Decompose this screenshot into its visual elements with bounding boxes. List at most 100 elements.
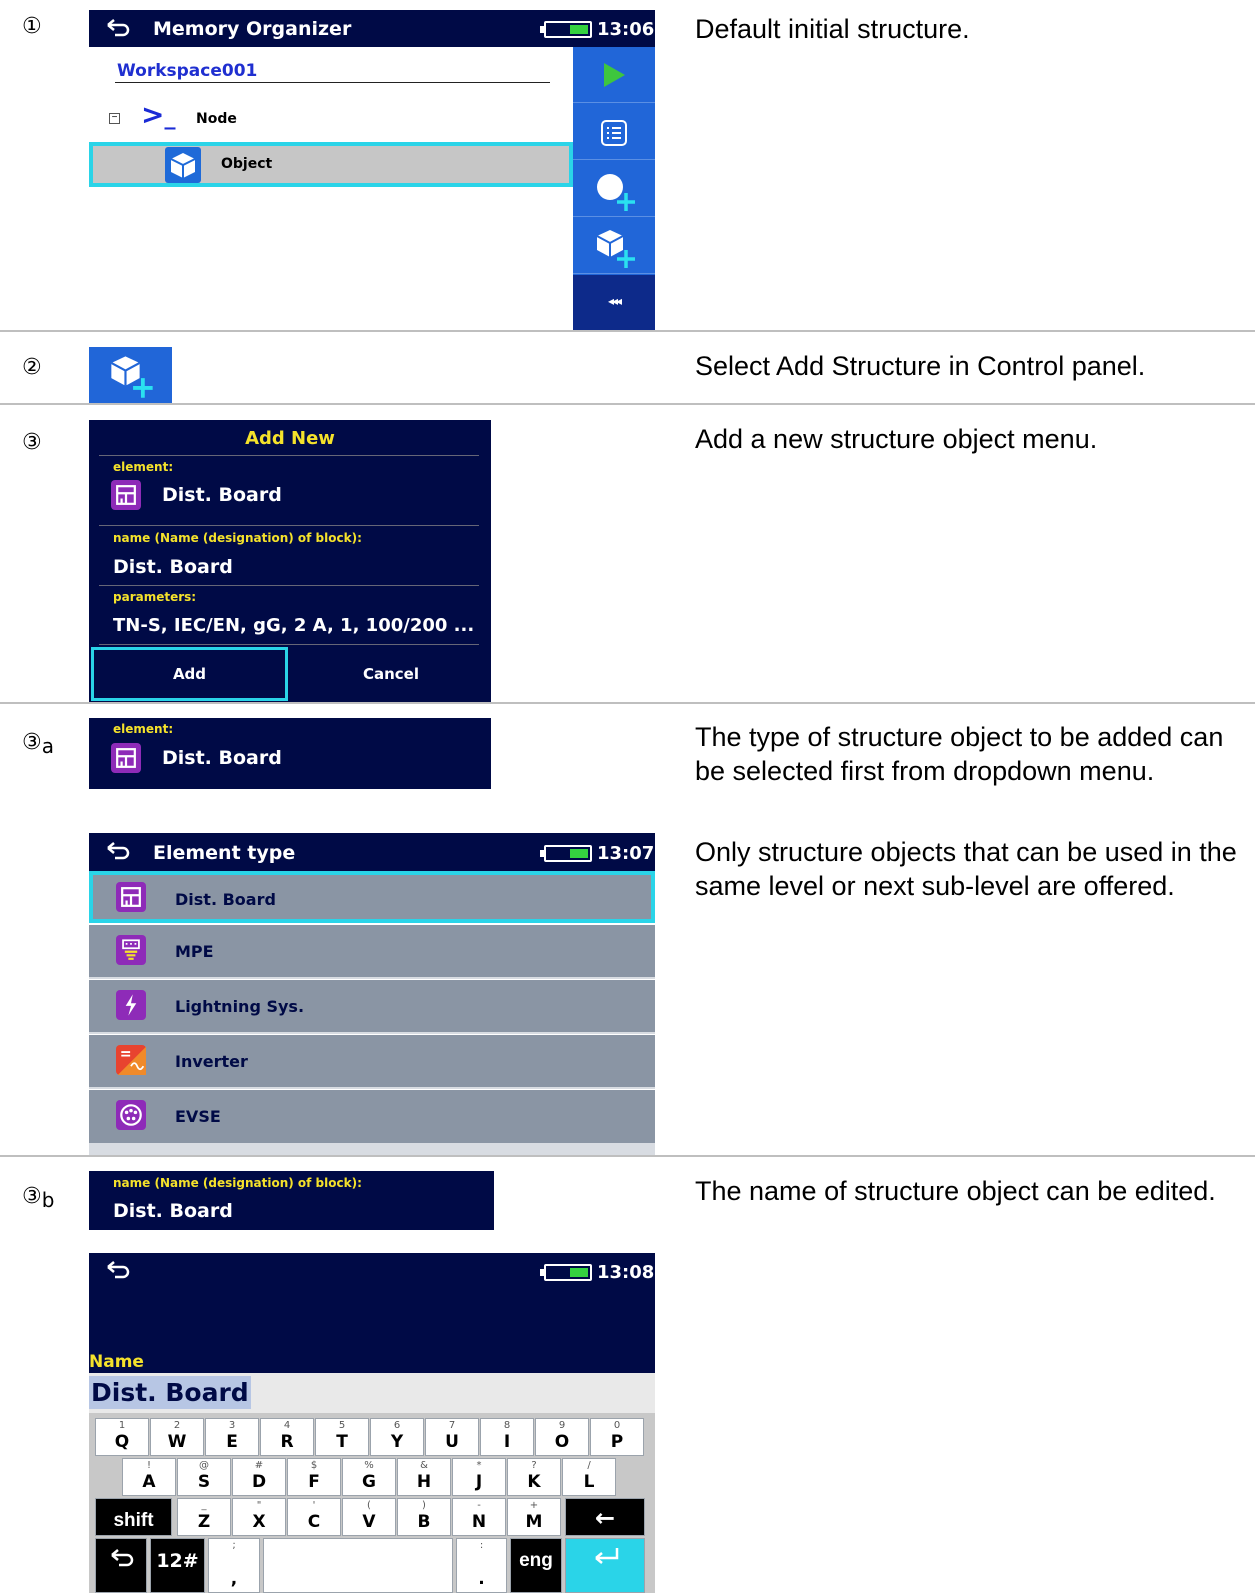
key-d[interactable]: # D — [232, 1458, 286, 1496]
key-x[interactable]: " X — [232, 1498, 286, 1536]
space-key[interactable] — [263, 1538, 453, 1593]
key-s[interactable]: @ S — [177, 1458, 231, 1496]
key-i[interactable]: 8I — [480, 1418, 534, 1456]
key-h[interactable]: & H — [397, 1458, 451, 1496]
key-u[interactable]: 7U — [425, 1418, 479, 1456]
shift-key[interactable]: shift — [95, 1498, 172, 1536]
step-number-2: ② — [22, 355, 42, 380]
cancel-button-label: Cancel — [362, 665, 419, 683]
screen-title: Element type — [153, 842, 296, 864]
add-structure-button[interactable] — [573, 218, 655, 274]
collapse-toggle[interactable]: − — [109, 113, 120, 124]
play-icon — [604, 63, 625, 87]
tree-object-label: Object — [221, 156, 273, 172]
key-z[interactable]: _ Z — [177, 1498, 231, 1536]
key-l[interactable]: / L — [562, 1458, 616, 1496]
inverter-icon — [116, 1045, 146, 1075]
memory-organizer-screen: Memory Organizer 13:06 Workspace001 − >_… — [89, 10, 655, 330]
description-1: Default initial structure. — [695, 14, 970, 44]
cancel-button[interactable]: Cancel — [291, 647, 491, 701]
key-w[interactable]: 2W — [150, 1418, 204, 1456]
comma-key[interactable]: ;, — [208, 1538, 260, 1593]
parameters-value[interactable]: TN-S, IEC/EN, gG, 2 A, 1, 100/200 ... — [113, 615, 474, 636]
separator-3 — [0, 702, 1255, 704]
element-type-item[interactable]: EVSE — [89, 1090, 655, 1143]
back-icon[interactable] — [105, 1259, 131, 1279]
back-icon[interactable] — [105, 17, 131, 37]
key-q[interactable]: 1Q — [95, 1418, 149, 1456]
element-type-item[interactable]: Inverter — [89, 1035, 655, 1089]
name-value[interactable]: Dist. Board — [113, 556, 233, 578]
divider — [99, 585, 479, 586]
key-j[interactable]: * J — [452, 1458, 506, 1496]
key-f[interactable]: $ F — [287, 1458, 341, 1496]
view-results-button[interactable] — [573, 104, 655, 160]
key-r[interactable]: 4R — [260, 1418, 314, 1456]
name-input[interactable]: Dist. Board — [89, 1373, 655, 1413]
keyboard-back-key[interactable] — [95, 1538, 147, 1593]
element-type-item[interactable]: Lightning Sys. — [89, 980, 655, 1034]
step-number-1: ① — [22, 14, 42, 39]
key-c[interactable]: ' C — [287, 1498, 341, 1536]
add-structure-button-large[interactable] — [89, 347, 172, 403]
start-test-button[interactable] — [573, 47, 655, 103]
element-field-closeup[interactable]: element: Dist. Board — [89, 718, 491, 789]
dist-board-icon — [116, 882, 146, 912]
key-a[interactable]: ! A — [122, 1458, 176, 1496]
numbers-symbols-key[interactable]: 12# — [150, 1538, 205, 1593]
battery-icon — [540, 845, 592, 862]
add-measurement-button[interactable] — [573, 161, 655, 217]
divider — [99, 525, 479, 526]
battery-icon — [540, 1264, 592, 1281]
description-2: Select Add Structure in Control panel. — [695, 351, 1146, 381]
element-type-item[interactable]: Dist. Board — [89, 871, 655, 923]
evse-icon — [116, 1100, 146, 1130]
description-3a-2: Only structure objects that can be used … — [695, 837, 1237, 901]
screen-title: Memory Organizer — [153, 18, 352, 40]
name-field-closeup[interactable]: name (Name (designation) of block): Dist… — [89, 1171, 494, 1230]
tree-object-row[interactable]: Object — [89, 142, 573, 187]
key-t[interactable]: 5T — [315, 1418, 369, 1456]
name-label: name (Name (designation) of block): — [113, 531, 362, 545]
element-type-item[interactable]: MPE — [89, 925, 655, 979]
element-label: element: — [113, 722, 174, 736]
clock: 13:07 — [597, 843, 655, 864]
parameters-label: parameters: — [113, 590, 197, 604]
keyboard-screen-header: 13:08 Name — [89, 1253, 655, 1373]
key-y[interactable]: 6Y — [370, 1418, 424, 1456]
key-v[interactable]: (V — [342, 1498, 396, 1536]
add-button-label: Add — [172, 665, 207, 683]
title-bar: Memory Organizer 13:06 — [89, 10, 655, 47]
key-e[interactable]: 3E — [205, 1418, 259, 1456]
back-icon — [111, 1549, 134, 1567]
add-new-dialog: Add New element: Dist. Board name (Name … — [89, 420, 491, 702]
more-arrows-icon: ◂◂◂ — [607, 294, 622, 308]
more-options-button[interactable]: ◂◂◂ — [573, 275, 655, 330]
dialog-title: Add New — [245, 428, 335, 449]
description-3a: The type of structure object to be added… — [695, 722, 1224, 786]
list-icon — [601, 120, 627, 146]
lightning-icon — [116, 990, 146, 1020]
language-key[interactable]: eng — [510, 1538, 562, 1593]
key-g[interactable]: % G — [342, 1458, 396, 1496]
name-input-selected-text: Dist. Board — [89, 1376, 251, 1409]
key-b[interactable]: ) B — [397, 1498, 451, 1536]
key-m[interactable]: + M — [507, 1498, 561, 1536]
key-k[interactable]: ? K — [507, 1458, 561, 1496]
element-type-label: MPE — [175, 942, 214, 961]
add-button[interactable]: Add — [91, 647, 288, 701]
description-3b: The name of structure object can be edit… — [695, 1176, 1216, 1206]
enter-key[interactable] — [565, 1538, 645, 1593]
key-o[interactable]: 9O — [535, 1418, 589, 1456]
backspace-key[interactable]: ← — [565, 1498, 645, 1536]
element-field[interactable]: Dist. Board — [89, 476, 491, 522]
step-number-3: ③ — [22, 430, 42, 455]
dist-board-icon — [111, 480, 141, 510]
back-icon[interactable] — [105, 840, 131, 860]
period-key[interactable]: :. — [456, 1538, 507, 1593]
key-n[interactable]: -N — [452, 1498, 506, 1536]
workspace-name[interactable]: Workspace001 — [117, 61, 257, 81]
key-p[interactable]: 0P — [590, 1418, 644, 1456]
tree-node-label[interactable]: Node — [196, 111, 237, 127]
name-value: Dist. Board — [113, 1200, 233, 1222]
